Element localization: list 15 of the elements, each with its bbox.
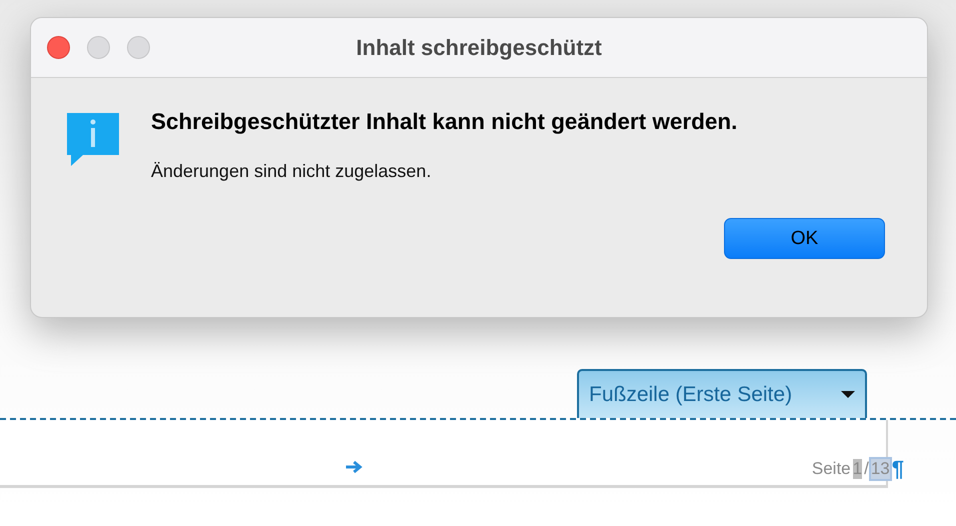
window-title: Inhalt schreibgeschützt: [356, 34, 602, 60]
caret-icon: [841, 390, 855, 398]
tab-arrow-icon: [345, 460, 363, 474]
page-separator: /: [864, 459, 869, 479]
paragraph-mark: ¶: [892, 456, 904, 482]
dialog-message: Änderungen sind nicht zugelassen.: [151, 161, 432, 182]
ok-button[interactable]: OK: [724, 218, 885, 259]
minimize-button[interactable]: [87, 36, 110, 59]
dialog-heading: Schreibgeschützter Inhalt kann nicht geändert werden.: [151, 109, 738, 135]
footer-tab[interactable]: Fußzeile (Erste Seite): [577, 369, 867, 418]
info-icon: [65, 113, 121, 169]
page-label: Seite: [812, 459, 851, 479]
zoom-button[interactable]: [127, 36, 150, 59]
page-count-field: 13: [870, 459, 890, 479]
close-button[interactable]: [47, 36, 70, 59]
